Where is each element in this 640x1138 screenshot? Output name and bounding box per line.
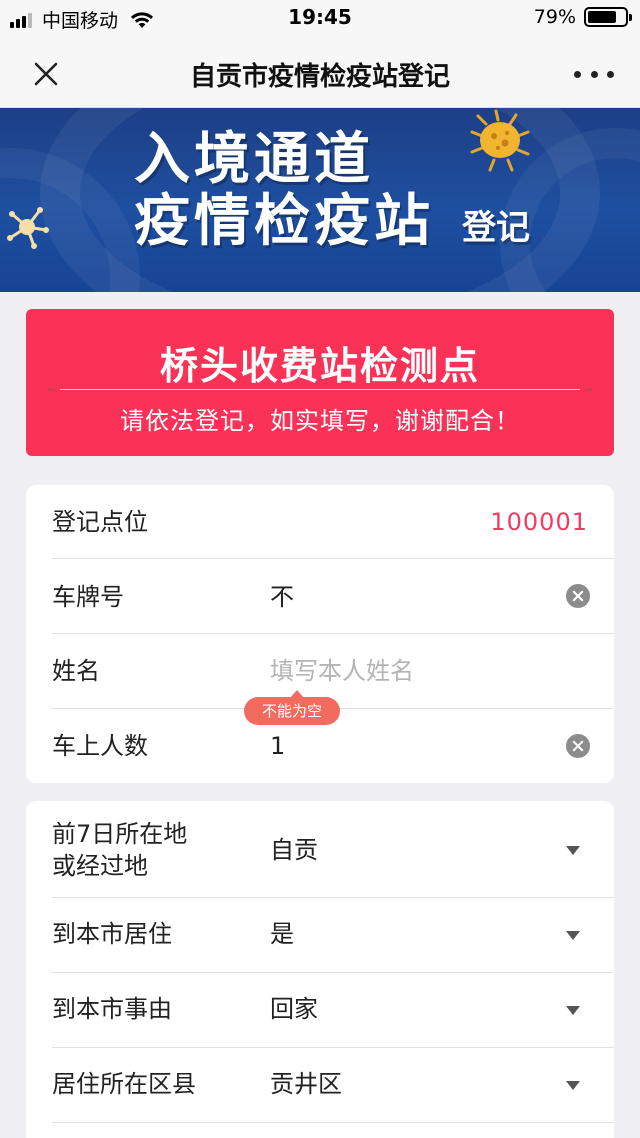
name-row[interactable]: 姓名 填写本人姓名 xyxy=(52,634,614,709)
past-7-days-label: 前7日所在地 或经过地 xyxy=(52,818,187,882)
reason-row[interactable]: 到本市事由 回家 xyxy=(52,973,614,1048)
page-title: 自贡市疫情检疫站登记 xyxy=(189,62,450,92)
more-icon[interactable] xyxy=(574,56,614,92)
chevron-down-icon[interactable] xyxy=(566,1081,580,1090)
past-7-days-label-line1: 前7日所在地 xyxy=(52,820,188,848)
battery-percent: 79% xyxy=(533,6,576,28)
district-select[interactable]: 贡井区 xyxy=(270,1068,342,1100)
nav-bar: 自贡市疫情检疫站登记 xyxy=(0,36,640,108)
battery-icon xyxy=(584,7,632,27)
passenger-count-input[interactable]: 1 xyxy=(270,730,285,762)
banner-title-suffix: 登记 xyxy=(462,208,530,248)
checkpoint-header-card: 桥头收费站检测点 请依法登记，如实填写，谢谢配合！ xyxy=(26,309,614,456)
banner-image: 入境通道 疫情检疫站 登记 xyxy=(0,108,640,292)
past-7-days-label-line2: 或经过地 xyxy=(52,852,148,880)
residing-label: 到本市居住 xyxy=(52,920,172,948)
residing-select[interactable]: 是 xyxy=(270,918,294,950)
past-7-days-row[interactable]: 前7日所在地 或经过地 自贡 xyxy=(52,801,614,898)
registration-point-value: 100001 xyxy=(490,508,588,536)
virus-small-icon xyxy=(7,207,49,249)
close-icon[interactable] xyxy=(28,56,64,92)
status-right: 79% xyxy=(533,6,632,28)
plate-number-label: 车牌号 xyxy=(52,583,124,611)
chevron-down-icon[interactable] xyxy=(566,931,580,940)
name-label: 姓名 xyxy=(52,657,100,685)
plate-number-input[interactable]: 不 xyxy=(270,581,294,613)
chevron-down-icon[interactable] xyxy=(566,1006,580,1015)
chevron-down-icon[interactable] xyxy=(566,846,580,855)
name-input[interactable]: 填写本人姓名 xyxy=(270,655,414,687)
registration-point-row: 登记点位 100001 xyxy=(52,485,614,559)
header-divider xyxy=(60,389,580,390)
checkpoint-title: 桥头收费站检测点 xyxy=(159,344,480,388)
district-label: 居住所在区县 xyxy=(52,1070,196,1098)
clear-icon[interactable] xyxy=(566,734,590,758)
registration-point-label: 登记点位 xyxy=(52,508,148,536)
form-card-basic: 登记点位 100001 车牌号 不 姓名 填写本人姓名 车上人数 1 不能为空 xyxy=(26,485,614,783)
past-7-days-select[interactable]: 自贡 xyxy=(270,834,318,866)
passenger-count-label: 车上人数 xyxy=(52,732,148,760)
name-error-tooltip: 不能为空 xyxy=(244,690,341,725)
reason-select[interactable]: 回家 xyxy=(270,993,318,1025)
banner-title-line2: 疫情检疫站 xyxy=(134,189,434,254)
plate-number-row[interactable]: 车牌号 不 xyxy=(52,559,614,634)
checkpoint-subtitle: 请依法登记，如实填写，谢谢配合！ xyxy=(120,407,520,435)
form-card-travel: 前7日所在地 或经过地 自贡 到本市居住 是 到本市事由 回家 居住所在区县 贡… xyxy=(26,801,614,1138)
status-bar: 中国移动 19:45 79% xyxy=(0,0,640,36)
reason-label: 到本市事由 xyxy=(52,995,172,1023)
residing-row[interactable]: 到本市居住 是 xyxy=(52,898,614,973)
district-row[interactable]: 居住所在区县 贡井区 xyxy=(52,1048,614,1123)
clear-icon[interactable] xyxy=(566,584,590,608)
virus-illustration-icon xyxy=(470,109,530,172)
